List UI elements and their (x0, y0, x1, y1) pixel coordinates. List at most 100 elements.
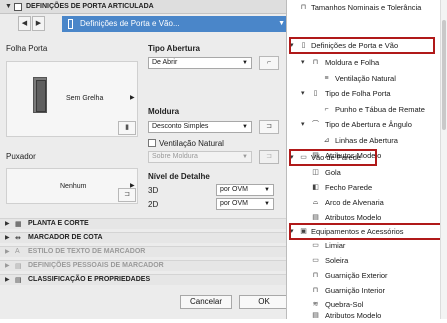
tree-item-label: Limiar (325, 241, 346, 250)
section-label: DEFINIÇÕES PESSOAIS DE MARCADOR (28, 262, 164, 269)
next-page-button[interactable]: ▶ (32, 16, 45, 31)
chevron-right-icon: ▶ (130, 95, 135, 101)
dimension-marker-icon: ⇹ (15, 235, 21, 242)
tree-item-guarnicao-interior[interactable]: ⊓ Guarnição Interior (287, 283, 447, 298)
tree-item-label: Tamanhos Nominais e Tolerância (311, 3, 422, 12)
expand-triangle-icon: ▶ (5, 221, 10, 227)
ventilation-options-button[interactable]: ⊐ (259, 150, 279, 164)
ok-button[interactable]: OK (239, 295, 289, 309)
tree-item-ventilacao[interactable]: ≡ Ventilação Natural (287, 71, 447, 86)
settings-dialog: ▼ DEFINIÇÕES DE PORTA ARTICULADA ◀ ▶ Def… (0, 0, 292, 319)
header-title: DEFINIÇÕES DE PORTA ARTICULADA (26, 3, 154, 10)
tree-item-label: Arco de Alvenaria (325, 198, 384, 207)
tipo-abertura-label: Tipo Abertura (148, 44, 201, 53)
door-preview-icon (33, 77, 47, 113)
tree-item-guarnicao-exterior[interactable]: ⊓ Guarnição Exterior (287, 268, 447, 283)
tree-item-soleira[interactable]: ▭ Soleira (287, 253, 447, 268)
tree-item-atributos-3[interactable]: ▤ Atributos Modelo (287, 308, 447, 323)
nivel-detalhe-label: Nível de Detalhe (148, 172, 210, 181)
panel-icon: ▯ (313, 90, 318, 97)
frame-icon: ⊓ (312, 59, 319, 66)
tree-item-tipo-abertura[interactable]: ▾ ⌒ Tipo de Abertura e Ângulo (287, 117, 447, 132)
tree-scrollbar[interactable] (440, 0, 447, 319)
folha-porta-label: Folha Porta (6, 44, 48, 53)
tree-item-arco[interactable]: ⌓ Arco de Alvenaria (287, 195, 447, 210)
sill-icon: ▭ (312, 257, 319, 264)
chevron-down-icon: ▼ (242, 60, 248, 66)
handle-value: Nenhum (60, 183, 87, 190)
page-select[interactable]: Definições de Porta e Vão... ▼ (62, 16, 290, 32)
reveal-icon: ◫ (312, 169, 319, 176)
section-marcador-cota[interactable]: ▶ ⇹ MARCADOR DE COTA (0, 232, 292, 243)
tree-item-tipo-folha[interactable]: ▾ ▯ Tipo de Folha Porta (287, 86, 447, 101)
moldura-value: Desconto Simples (152, 123, 209, 130)
threshold-icon: ▭ (312, 242, 319, 249)
detail-3d-value: por OVM (220, 186, 249, 193)
vent-icon: ≡ (324, 75, 329, 82)
tree-item-tamanhos[interactable]: ⊓ Tamanhos Nominais e Tolerância (287, 0, 447, 15)
detail-2d-select[interactable]: por OVM ▼ (216, 198, 274, 210)
moldura-label: Moldura (148, 107, 180, 116)
dialog-header[interactable]: ▼ DEFINIÇÕES DE PORTA ARTICULADA (0, 0, 292, 14)
tree-item-moldura-folha[interactable]: ▾ ⊓ Moldura e Folha (287, 55, 447, 70)
trim-icon: ⊓ (312, 272, 319, 279)
expand-toggle-icon[interactable]: ▾ (301, 55, 305, 70)
tree-item-limiar[interactable]: ▭ Limiar (287, 238, 447, 253)
section-estilo-texto[interactable]: ▶ A ESTILO DE TEXTO DE MARCADOR (0, 246, 292, 257)
expand-triangle-icon: ▶ (5, 235, 10, 241)
tree-item-gola[interactable]: ◫ Gola (287, 165, 447, 180)
arch-icon: ⌓ (312, 199, 319, 206)
page-navigation: ◀ ▶ Definições de Porta e Vão... ▼ (0, 16, 292, 33)
tree-item-linhas-abertura[interactable]: ⊿ Linhas de Abertura (287, 133, 447, 148)
section-classificacao[interactable]: ▶ ▤ CLASSIFICAÇÃO E PROPRIEDADES (0, 274, 292, 285)
opening-type-button[interactable]: ⌐ (259, 56, 279, 70)
moldura-select[interactable]: Desconto Simples ▼ (148, 121, 252, 133)
expand-triangle-icon: ▶ (5, 263, 10, 269)
flip-panel-button[interactable]: ▮ (118, 121, 136, 135)
door-icon (68, 19, 73, 29)
expand-toggle-icon[interactable]: ▾ (301, 117, 305, 132)
chevron-down-icon: ▼ (242, 124, 248, 130)
page-select-label: Definições de Porta e Vão... (80, 19, 180, 28)
ventilacao-select[interactable]: Sobre Moldura ▼ (148, 151, 252, 163)
tipo-abertura-select[interactable]: De Abrir ▼ (148, 57, 252, 69)
detail-3d-select[interactable]: por OVM ▼ (216, 184, 274, 196)
ventilacao-checkbox[interactable] (148, 139, 156, 147)
puxador-label: Puxador (6, 152, 36, 161)
tree-item-fecho-parede[interactable]: ◧ Fecho Parede (287, 180, 447, 195)
custom-settings-icon: ▤ (15, 263, 22, 270)
chevron-down-icon: ▼ (278, 20, 285, 27)
tree-item-label: Tipo de Abertura e Ângulo (325, 120, 412, 129)
highlight-box (289, 149, 377, 166)
lines-icon: ⊿ (323, 137, 330, 144)
previous-page-button[interactable]: ◀ (18, 16, 31, 31)
tree-item-label: Atributos Modelo (325, 311, 382, 320)
detail-3d-label: 3D (148, 186, 159, 195)
tree-item-label: Fecho Parede (325, 183, 373, 192)
detail-2d-label: 2D (148, 200, 159, 209)
floor-plan-icon: ▦ (15, 221, 22, 228)
section-planta-corte[interactable]: ▶ ▦ PLANTA E CORTE (0, 218, 292, 229)
tree-item-punho[interactable]: ⌐ Punho e Tábua de Remate (287, 102, 447, 117)
wall-closure-icon: ◧ (312, 184, 319, 191)
section-label: ESTILO DE TEXTO DE MARCADOR (28, 248, 146, 255)
tree-item-label: Linhas de Abertura (335, 136, 398, 145)
handle-side-button[interactable]: ⊐ (118, 188, 136, 202)
section-definicoes-pessoais[interactable]: ▶ ▤ DEFINIÇÕES PESSOAIS DE MARCADOR (0, 260, 292, 271)
chevron-down-icon: ▼ (264, 187, 270, 193)
expand-triangle-icon: ▶ (5, 277, 10, 283)
highlight-box (289, 223, 443, 240)
section-label: MARCADOR DE COTA (28, 234, 103, 241)
tree-item-label: Gola (325, 168, 341, 177)
ventilacao-label: Ventilação Natural (159, 139, 224, 148)
door-panel-value: Sem Grelha (66, 95, 104, 102)
expand-toggle-icon[interactable]: ▾ (301, 86, 305, 101)
highlight-box (289, 37, 435, 54)
text-style-icon: A (15, 248, 20, 255)
tree-item-label: Moldura e Folha (325, 58, 380, 67)
frame-options-button[interactable]: ⊐ (259, 120, 279, 134)
attributes-icon: ▤ (312, 214, 319, 221)
cancel-button[interactable]: Cancelar (180, 295, 232, 309)
expand-triangle-icon: ▶ (5, 249, 10, 255)
collapse-triangle-icon[interactable]: ▼ (5, 3, 12, 10)
